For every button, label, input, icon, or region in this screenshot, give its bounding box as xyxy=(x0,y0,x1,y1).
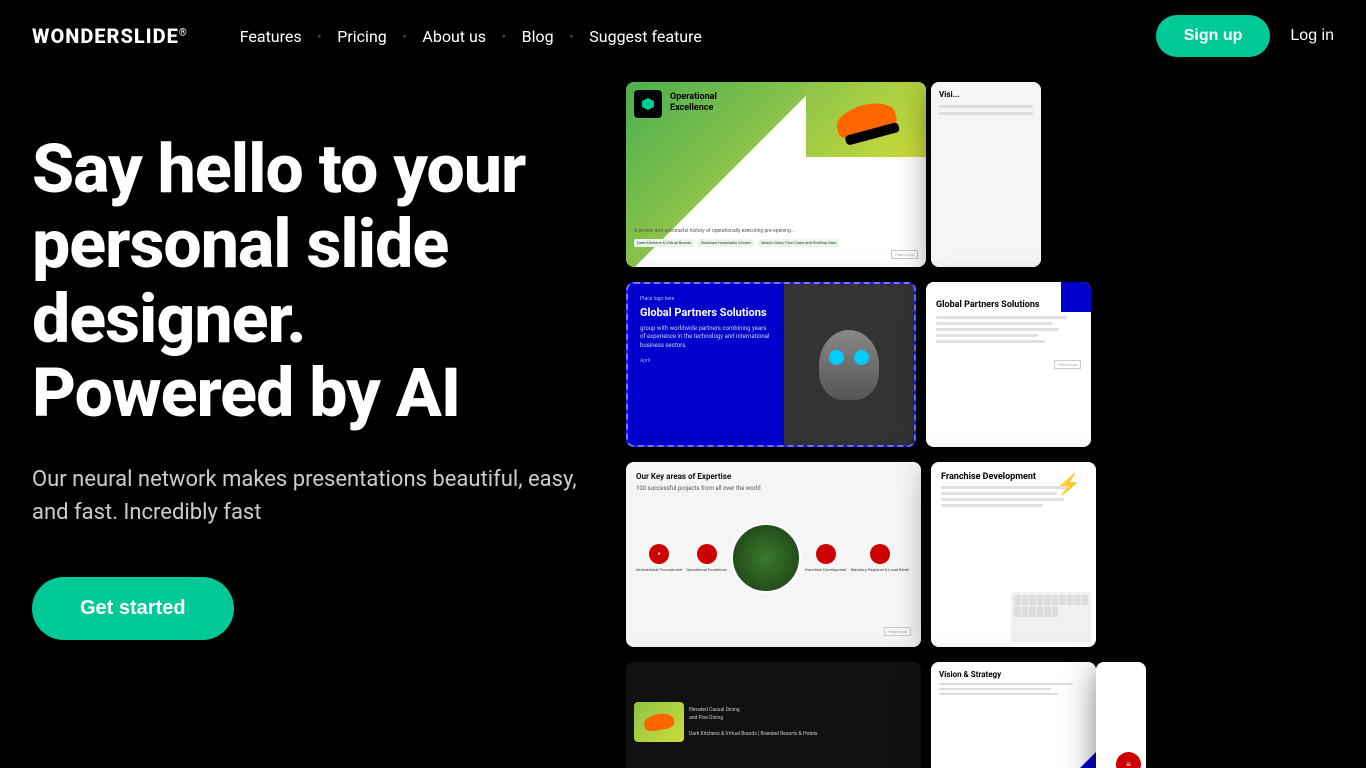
nav-blog[interactable]: Blog xyxy=(518,27,558,46)
nav-suggest[interactable]: Suggest feature xyxy=(585,27,706,46)
slide-card-global-blue: Place logo here Global Partners Solution… xyxy=(626,282,916,447)
brand-name: WONDERSLIDE xyxy=(32,24,179,48)
slide-card-vision-strategy: Vision & Strategy xyxy=(931,662,1096,768)
nav-about[interactable]: About us xyxy=(418,27,490,46)
circle-dot-1: ● xyxy=(649,544,669,564)
nav-actions: Sign up Log in xyxy=(1156,15,1334,57)
op-title: Operational Excellence xyxy=(670,92,750,114)
slide-card-franchise: ⚡ Franchise Development xyxy=(931,462,1096,647)
mini-shoe-shape xyxy=(643,712,675,733)
nav-separator-2: ● xyxy=(403,33,407,40)
navbar: WONDERSLIDE® Features ● Pricing ● About … xyxy=(0,0,1366,72)
place-logo-expertise: Place logo xyxy=(636,618,911,637)
hero-title-line1: Say hello to your xyxy=(32,129,525,209)
nav-pricing[interactable]: Pricing xyxy=(333,27,391,46)
blue-triangle-accent xyxy=(1066,752,1096,768)
circle-dot-2 xyxy=(697,544,717,564)
circle-item-3: Franchise Development xyxy=(805,544,847,572)
global-date: April xyxy=(640,358,772,364)
shoe-image xyxy=(806,82,926,157)
nav-separator-3: ● xyxy=(502,33,506,40)
elevated-text: Elevated Casual Diningand Fine Dining Da… xyxy=(689,706,818,738)
op-tags: Dark Kitchens & Virtual Brands Boutique … xyxy=(634,239,918,247)
nav-features[interactable]: Features xyxy=(236,27,306,46)
place-logo-label: Place logo here xyxy=(640,296,772,302)
global-white-lines xyxy=(936,316,1081,343)
elevated-inner: Elevated Casual Diningand Fine Dining Da… xyxy=(626,662,921,768)
global-blue-title: Global Partners Solutions xyxy=(640,306,772,319)
expertise-title: Our Key areas of Expertise xyxy=(636,472,911,481)
hero-section: Say hello to your personal slide designe… xyxy=(0,72,1366,768)
hexagon-icon xyxy=(641,97,655,111)
signup-button[interactable]: Sign up xyxy=(1156,15,1271,57)
slide-card-red-partial: ≡ xyxy=(1096,662,1146,768)
vision-strategy-lines xyxy=(939,683,1088,695)
global-white-inner: Global Partners Solutions Place logo xyxy=(926,282,1091,447)
nav-separator-1: ● xyxy=(318,33,322,40)
hero-subtitle: Our neural network makes presentations b… xyxy=(32,463,592,529)
shoe-shape xyxy=(833,97,899,142)
global-blue-text: Place logo here Global Partners Solution… xyxy=(628,284,784,445)
login-button[interactable]: Log in xyxy=(1290,27,1334,45)
lightning-icon: ⚡ xyxy=(1056,472,1081,496)
op-desc: A proven and successful history of opera… xyxy=(634,228,918,259)
slide-preview-grid: Operational Excellence A proven and succ… xyxy=(626,72,1366,768)
keyboard-visual xyxy=(1011,592,1091,642)
global-white-text: Global Partners Solutions Place logo xyxy=(936,292,1081,370)
global-blue-inner: Place logo here Global Partners Solution… xyxy=(628,284,914,445)
robot-image xyxy=(784,284,914,445)
franchise-inner: ⚡ Franchise Development xyxy=(931,462,1096,647)
nav-separator-4: ● xyxy=(570,33,574,40)
slide-card-vision-partial: Visi... xyxy=(931,82,1041,267)
slide-card-elevated: Elevated Casual Diningand Fine Dining Da… xyxy=(626,662,921,768)
red-circle-icon: ≡ xyxy=(1116,752,1141,768)
hero-title-line3: Powered by AI xyxy=(32,353,460,433)
brand-logo[interactable]: WONDERSLIDE® xyxy=(32,24,188,48)
op-description: A proven and successful history of opera… xyxy=(634,228,918,235)
expertise-circles: ● International Procurement Operational … xyxy=(636,498,911,618)
red-partial-inner: ≡ xyxy=(1096,662,1146,768)
vision-strategy-title: Vision & Strategy xyxy=(939,670,1088,679)
robot-head xyxy=(819,330,879,400)
circle-dot-3 xyxy=(816,544,836,564)
vision-strategy-inner: Vision & Strategy xyxy=(931,662,1096,768)
slide-card-global-white: Global Partners Solutions Place logo xyxy=(926,282,1091,447)
global-blue-desc: group with worldwide partners combining … xyxy=(640,325,772,350)
slide-card-operational: Operational Excellence A proven and succ… xyxy=(626,82,926,267)
place-logo-op: Place logo xyxy=(634,251,918,259)
slide-card-expertise: Our Key areas of Expertise 100 successfu… xyxy=(626,462,921,647)
blue-accent xyxy=(1061,282,1091,312)
nav-links: Features ● Pricing ● About us ● Blog ● S… xyxy=(236,27,1156,46)
center-circle-image xyxy=(731,523,801,593)
hero-title-line2: personal slide designer. xyxy=(32,204,448,359)
hero-text-block: Say hello to your personal slide designe… xyxy=(32,112,672,640)
expertise-inner: Our Key areas of Expertise 100 successfu… xyxy=(626,462,921,647)
vision-partial-title: Visi... xyxy=(939,90,1033,99)
get-started-button[interactable]: Get started xyxy=(32,577,234,640)
op-badge xyxy=(634,90,662,118)
global-white-title: Global Partners Solutions xyxy=(936,300,1081,310)
circle-item-2: Operational Excellence xyxy=(686,544,726,572)
brand-trademark: ® xyxy=(179,27,188,38)
expertise-sub: 100 successful projects from all over th… xyxy=(636,485,911,492)
place-logo-white: Place logo xyxy=(936,351,1081,370)
mini-shoe xyxy=(634,702,684,742)
vision-partial-inner: Visi... xyxy=(931,82,1041,267)
circle-item-4: Statutory, Regional & Local Retail xyxy=(850,544,908,572)
circle-dot-4 xyxy=(870,544,890,564)
hero-title: Say hello to your personal slide designe… xyxy=(32,132,672,431)
circle-item-1: ● International Procurement xyxy=(636,544,682,572)
